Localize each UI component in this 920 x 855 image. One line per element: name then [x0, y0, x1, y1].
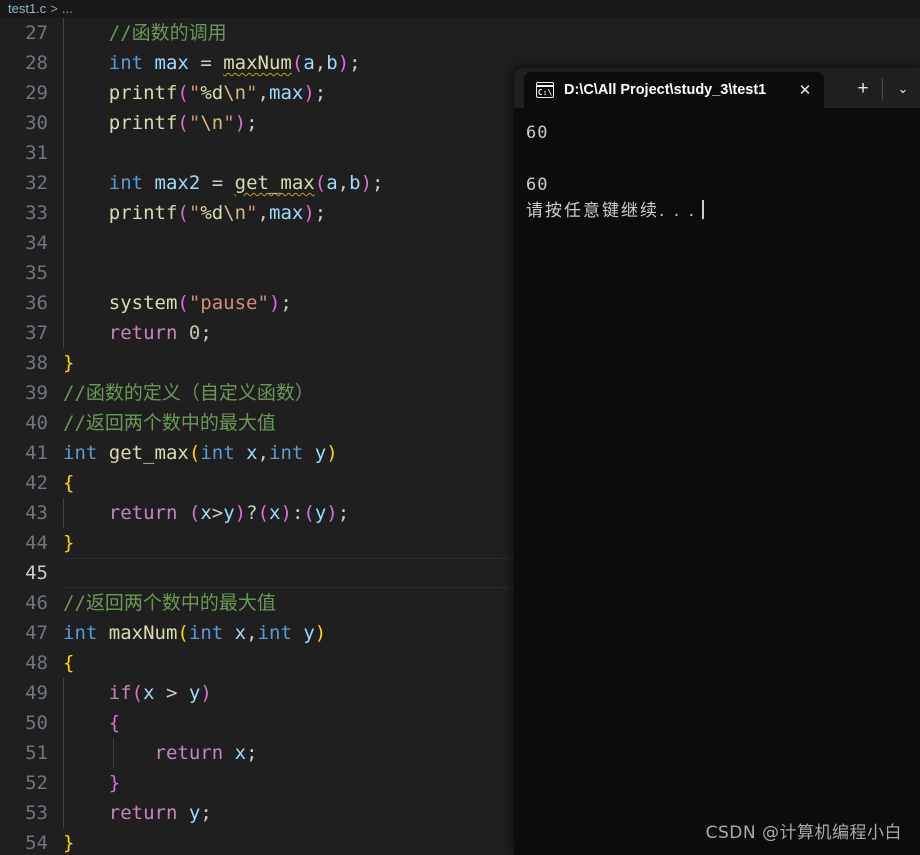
indent-guide [63, 138, 64, 168]
code-text-46: //返回两个数中的最大值 [63, 588, 276, 618]
code-text-38: } [63, 348, 74, 378]
terminal-tab-title: D:\C\All Project\study_3\test1 [564, 82, 790, 98]
code-text-50: { [63, 708, 120, 738]
terminal-line-2 [526, 146, 920, 172]
code-text-47: int maxNum(int x,int y) [63, 618, 326, 648]
line-number-35: 35 [0, 258, 48, 288]
code-text-44: } [63, 528, 74, 558]
csdn-watermark: CSDN @计算机编程小白 [706, 818, 902, 843]
console-icon-text: C:\ [536, 88, 554, 97]
code-line-27[interactable]: 27 //函数的调用 [0, 18, 920, 48]
breadcrumb-dots[interactable]: ... [62, 1, 73, 16]
close-icon[interactable]: ✕ [790, 75, 820, 105]
toolbar-divider [882, 78, 883, 100]
line-number-52: 52 [0, 768, 48, 798]
line-number-50: 50 [0, 708, 48, 738]
code-text-41: int get_max(int x,int y) [63, 438, 338, 468]
breadcrumb-separator: > [46, 1, 62, 16]
line-number-36: 36 [0, 288, 48, 318]
code-text-36: system("pause"); [63, 288, 292, 318]
line-number-54: 54 [0, 828, 48, 855]
terminal-tab[interactable]: C:\ D:\C\All Project\study_3\test1 ✕ [524, 72, 824, 108]
code-text-49: if(x > y) [63, 678, 212, 708]
line-number-39: 39 [0, 378, 48, 408]
code-text-40: //返回两个数中的最大值 [63, 408, 276, 438]
terminal-prompt-text: 请按任意键继续. . . [526, 201, 696, 221]
line-number-37: 37 [0, 318, 48, 348]
terminal-line-3: 60 [526, 172, 920, 198]
line-number-47: 47 [0, 618, 48, 648]
line-number-28: 28 [0, 48, 48, 78]
terminal-line-1: 60 [526, 120, 920, 146]
code-text-27: //函数的调用 [63, 18, 227, 48]
line-number-46: 46 [0, 588, 48, 618]
code-text-54: } [63, 828, 74, 855]
code-text-42: { [63, 468, 74, 498]
indent-guide [63, 258, 64, 288]
code-text-37: return 0; [63, 318, 212, 348]
line-number-38: 38 [0, 348, 48, 378]
line-number-48: 48 [0, 648, 48, 678]
terminal-prompt-line: 请按任意键继续. . . [526, 198, 920, 224]
line-number-34: 34 [0, 228, 48, 258]
terminal-titlebar[interactable]: C:\ D:\C\All Project\study_3\test1 ✕ + ⌄ [514, 68, 920, 108]
code-text-51: return x; [63, 738, 258, 768]
terminal-cursor [702, 200, 704, 219]
chevron-down-icon[interactable]: ⌄ [888, 76, 918, 102]
code-text-32: int max2 = get_max(a,b); [63, 168, 383, 198]
code-text-29: printf("%d\n",max); [63, 78, 326, 108]
line-number-49: 49 [0, 678, 48, 708]
line-number-32: 32 [0, 168, 48, 198]
line-number-43: 43 [0, 498, 48, 528]
breadcrumb-file[interactable]: test1.c [8, 1, 46, 16]
line-number-40: 40 [0, 408, 48, 438]
terminal-window[interactable]: C:\ D:\C\All Project\study_3\test1 ✕ + ⌄… [514, 68, 920, 855]
line-number-45: 45 [0, 558, 48, 588]
line-number-44: 44 [0, 528, 48, 558]
line-number-51: 51 [0, 738, 48, 768]
code-text-33: printf("%d\n",max); [63, 198, 326, 228]
line-number-31: 31 [0, 138, 48, 168]
code-text-30: printf("\n"); [63, 108, 258, 138]
code-text-53: return y; [63, 798, 212, 828]
line-number-27: 27 [0, 18, 48, 48]
line-number-42: 42 [0, 468, 48, 498]
code-text-52: } [63, 768, 120, 798]
new-tab-button[interactable]: + [848, 76, 878, 102]
line-number-53: 53 [0, 798, 48, 828]
code-text-28: int max = maxNum(a,b); [63, 48, 361, 78]
code-text-39: //函数的定义（自定义函数） [63, 378, 314, 408]
line-number-41: 41 [0, 438, 48, 468]
line-number-30: 30 [0, 108, 48, 138]
code-text-48: { [63, 648, 74, 678]
breadcrumb[interactable]: test1.c>... [0, 0, 920, 18]
line-number-29: 29 [0, 78, 48, 108]
line-number-33: 33 [0, 198, 48, 228]
code-text-43: return (x>y)?(x):(y); [63, 498, 349, 528]
terminal-output[interactable]: 60 60 请按任意键继续. . . [514, 108, 920, 855]
console-icon: C:\ [536, 82, 554, 98]
indent-guide [63, 228, 64, 258]
